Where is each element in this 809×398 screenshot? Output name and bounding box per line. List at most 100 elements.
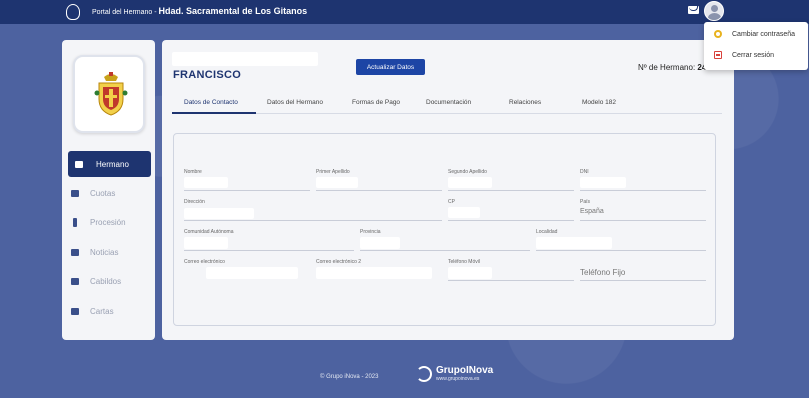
field-underline — [184, 220, 442, 221]
menu-item-label: Cambiar contraseña — [732, 30, 796, 38]
brotherhood-crest-icon — [94, 72, 128, 116]
grupoinova-mark-icon — [416, 366, 432, 382]
newspaper-icon — [71, 248, 79, 256]
telefono-fijo-field[interactable]: Teléfono Fijo — [580, 259, 706, 281]
tab-modelo-182[interactable]: Modelo 182 — [582, 99, 616, 106]
cross-icon — [73, 217, 77, 227]
field-underline — [184, 190, 310, 191]
correo-label: Correo electrónico — [184, 259, 225, 265]
member-number-label: Nº de Hermano: — [638, 63, 696, 72]
tab-documentacion[interactable]: Documentación — [426, 99, 471, 106]
redacted-value — [184, 177, 228, 188]
field-underline — [448, 220, 574, 221]
cp-field[interactable]: CP — [448, 199, 574, 221]
footer-copyright: © Grupo iNova - 2023 — [320, 374, 379, 380]
sidebar-item-procesion[interactable]: Procesión — [62, 211, 155, 233]
comunidad-field[interactable]: Comunidad Autónoma — [184, 229, 354, 251]
tab-datos-contacto[interactable]: Datos de Contacto — [184, 99, 238, 106]
localidad-field[interactable]: Localidad — [536, 229, 706, 251]
member-name: FRANCISCO — [173, 69, 242, 81]
user-avatar-icon[interactable] — [704, 1, 724, 21]
dni-field[interactable]: DNI — [580, 169, 706, 191]
field-underline — [184, 250, 354, 251]
segundo-apellido-label: Segundo Apellido — [448, 169, 487, 175]
field-underline — [360, 250, 530, 251]
portal-title-prefix: Portal del Hermano - — [92, 9, 159, 16]
segundo-apellido-field[interactable]: Segundo Apellido — [448, 169, 574, 191]
field-underline — [316, 190, 442, 191]
tab-datos-hermano[interactable]: Datos del Hermano — [267, 99, 323, 106]
logout-icon — [714, 51, 722, 59]
top-bar: Portal del Hermano - Hdad. Sacramental d… — [0, 0, 809, 24]
gear-icon — [714, 30, 722, 38]
redacted-value — [184, 237, 228, 249]
mail-icon[interactable] — [688, 6, 699, 14]
field-underline — [448, 190, 574, 191]
main-panel: FRANCISCO Actualizar Datos Nº de Hermano… — [162, 40, 734, 340]
direccion-field[interactable]: Dirección — [184, 199, 442, 221]
redacted-value — [316, 177, 358, 188]
sidebar-item-hermano[interactable]: Hermano — [68, 151, 151, 177]
redacted-value — [206, 267, 298, 279]
footer-url: www.grupoinova.es — [436, 376, 480, 382]
field-underline — [580, 220, 706, 221]
dni-label: DNI — [580, 169, 589, 175]
people-icon — [71, 277, 79, 285]
redacted-value — [448, 177, 492, 188]
pais-field[interactable]: País España — [580, 199, 706, 221]
sidebar: Hermano Cuotas Procesión Noticias Cabild… — [62, 40, 155, 340]
grupoinova-logo[interactable]: GrupoINova www.grupoinova.es — [416, 366, 493, 382]
coins-icon — [71, 189, 79, 197]
sidebar-item-cabildos[interactable]: Cabildos — [62, 270, 155, 292]
sidebar-item-label: Cabildos — [90, 276, 122, 286]
pais-label: País — [580, 199, 591, 205]
redacted-value — [184, 208, 254, 219]
menu-item-label: Cerrar sesión — [732, 51, 775, 59]
comunidad-label: Comunidad Autónoma — [184, 229, 234, 235]
letter-icon — [71, 307, 79, 315]
redacted-value — [360, 237, 400, 249]
active-tab-indicator — [172, 112, 256, 114]
primer-apellido-field[interactable]: Primer Apellido — [316, 169, 442, 191]
sidebar-item-label: Hermano — [96, 159, 129, 169]
footer-brand: GrupoINova — [436, 365, 494, 376]
pais-value: España — [580, 208, 604, 215]
localidad-label: Localidad — [536, 229, 558, 235]
direccion-label: Dirección — [184, 199, 205, 205]
nombre-field[interactable]: Nombre — [184, 169, 310, 191]
sidebar-item-label: Noticias — [90, 247, 119, 257]
primer-apellido-label: Primer Apellido — [316, 169, 350, 175]
menu-item-logout[interactable]: Cerrar sesión — [714, 51, 774, 59]
provincia-label: Provincia — [360, 229, 381, 235]
telefono-movil-label: Teléfono Móvil — [448, 259, 480, 265]
portal-title: Portal del Hermano - Hdad. Sacramental d… — [92, 6, 307, 16]
profile-tabs: Datos de Contacto Datos del Hermano Form… — [172, 92, 722, 114]
redacted-surname — [172, 52, 318, 66]
redacted-value — [536, 237, 612, 249]
redacted-value — [316, 267, 432, 279]
sidebar-item-label: Procesión — [90, 217, 126, 227]
field-underline — [448, 280, 574, 281]
contact-form: Nombre Primer Apellido Segundo Apellido … — [173, 133, 716, 326]
menu-item-change-password[interactable]: Cambiar contraseña — [714, 30, 795, 38]
correo-field[interactable]: Correo electrónico — [184, 259, 310, 281]
sidebar-item-label: Cartas — [90, 306, 114, 316]
sidebar-item-cuotas[interactable]: Cuotas — [62, 182, 155, 204]
sidebar-item-cartas[interactable]: Cartas — [62, 300, 155, 322]
update-data-button[interactable]: Actualizar Datos — [356, 59, 425, 75]
nombre-label: Nombre — [184, 169, 202, 175]
sidebar-item-noticias[interactable]: Noticias — [62, 241, 155, 263]
brotherhood-logo-icon[interactable] — [66, 4, 80, 20]
portal-title-main: Hdad. Sacramental de Los Gitanos — [158, 6, 308, 16]
tab-relaciones[interactable]: Relaciones — [509, 99, 541, 106]
crest-frame — [73, 55, 145, 133]
correo2-label: Correo electrónico 2 — [316, 259, 362, 265]
provincia-field[interactable]: Provincia — [360, 229, 530, 251]
redacted-value — [448, 207, 480, 218]
field-underline — [580, 280, 706, 281]
telefono-movil-field[interactable]: Teléfono Móvil — [448, 259, 574, 281]
tab-formas-pago[interactable]: Formas de Pago — [352, 99, 400, 106]
cp-label: CP — [448, 199, 455, 205]
correo2-field[interactable]: Correo electrónico 2 — [316, 259, 442, 281]
telefono-fijo-placeholder: Teléfono Fijo — [580, 268, 626, 277]
